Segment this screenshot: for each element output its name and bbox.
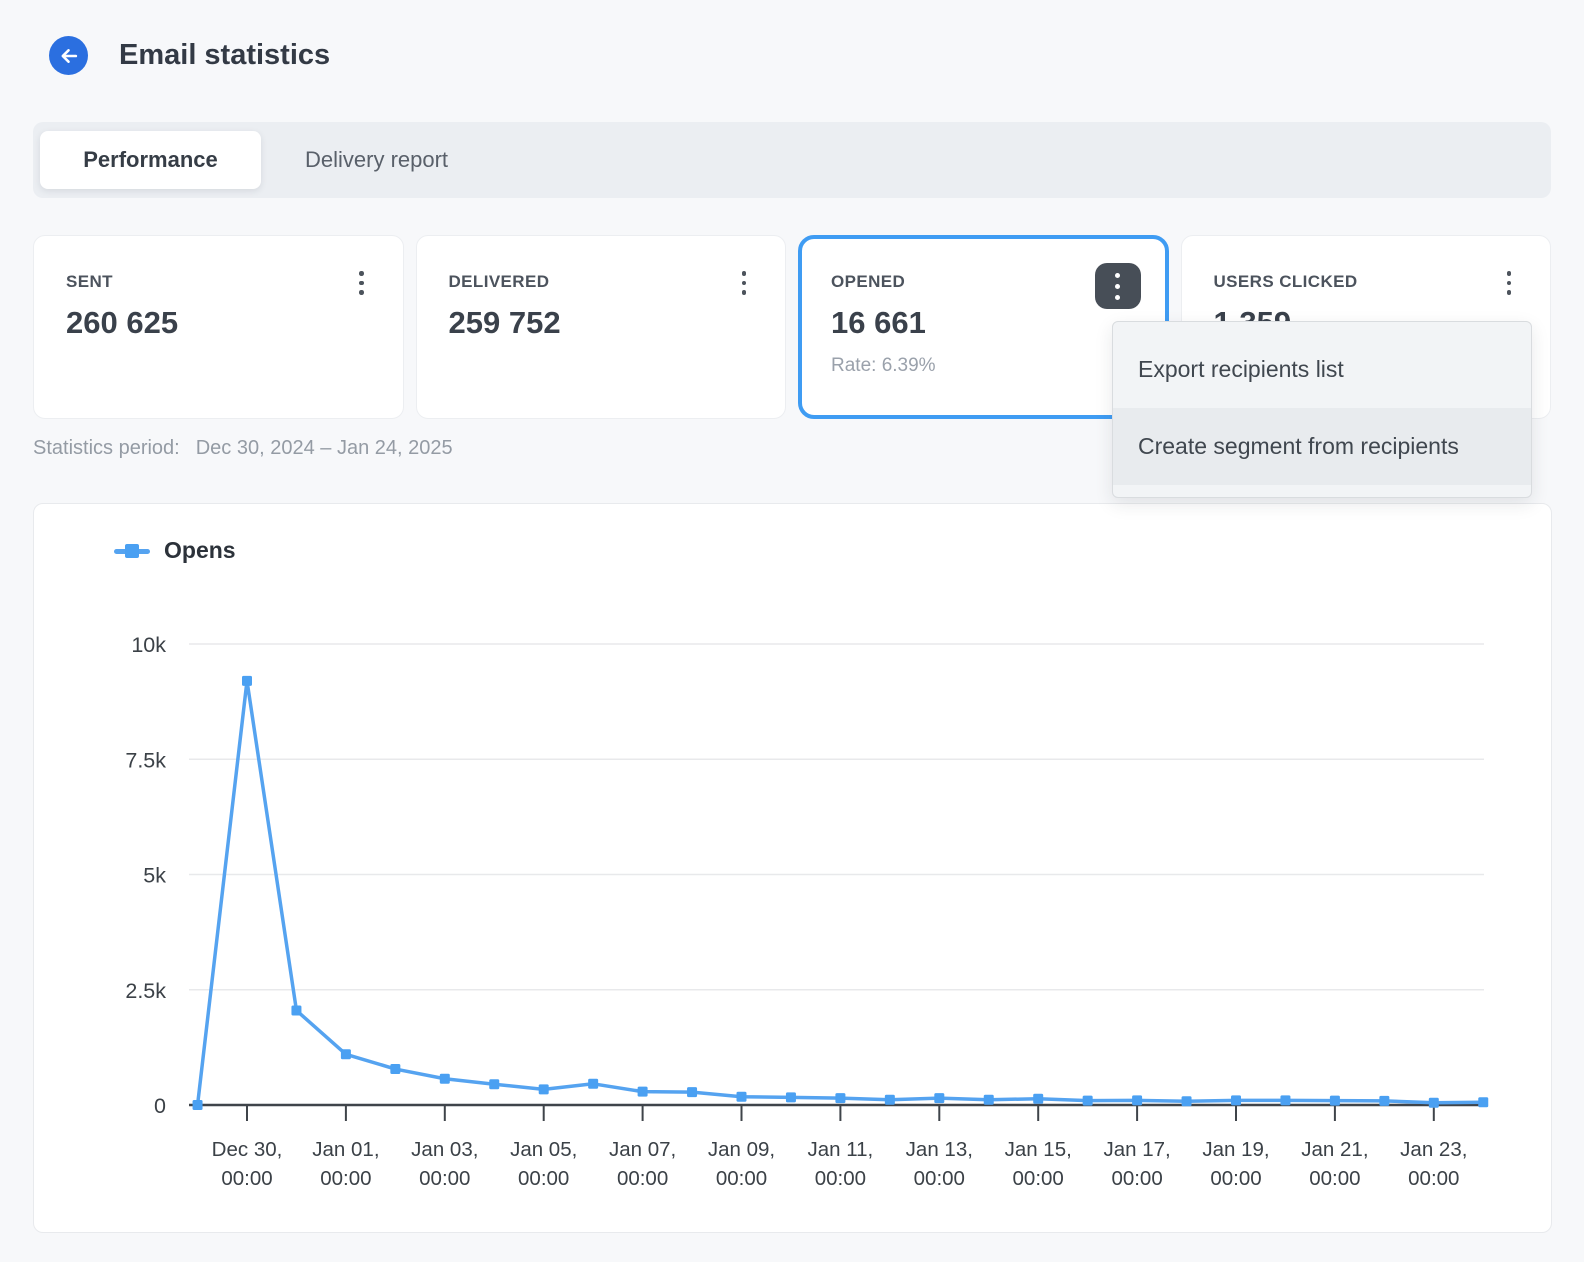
svg-text:Jan 09,: Jan 09, xyxy=(708,1138,775,1161)
stat-card-value: 16 661 xyxy=(831,305,1138,341)
email-statistics-page: Email statistics Performance Delivery re… xyxy=(0,0,1584,1262)
statistics-period-label: Statistics period: xyxy=(33,437,180,460)
svg-text:00:00: 00:00 xyxy=(1111,1167,1162,1190)
stat-card-label: SENT xyxy=(66,272,373,292)
tab-delivery-report[interactable]: Delivery report xyxy=(305,147,448,173)
back-button[interactable] xyxy=(49,36,88,75)
tab-performance[interactable]: Performance xyxy=(40,131,261,189)
svg-text:Jan 05,: Jan 05, xyxy=(510,1138,577,1161)
svg-text:Jan 21,: Jan 21, xyxy=(1301,1138,1368,1161)
menu-item-create-segment[interactable]: Create segment from recipients xyxy=(1113,408,1531,485)
opens-line-chart: 0 2.5k 5k 7.5k 10k Dec 30, 00:00 Jan 01, 00:00 Ja… xyxy=(34,504,1553,1234)
stat-card-label: OPENED xyxy=(831,272,1138,292)
stat-card-rate: Rate: 6.39% xyxy=(831,355,1138,377)
legend-label: Opens xyxy=(164,537,236,564)
stat-card-label: DELIVERED xyxy=(449,272,756,292)
svg-text:10k: 10k xyxy=(131,633,166,657)
arrow-left-icon xyxy=(58,45,80,67)
svg-text:Dec 30,: Dec 30, xyxy=(212,1138,283,1161)
svg-text:00:00: 00:00 xyxy=(1408,1167,1459,1190)
svg-text:Jan 01,: Jan 01, xyxy=(312,1138,379,1161)
svg-text:Jan 07,: Jan 07, xyxy=(609,1138,676,1161)
svg-text:Jan 19,: Jan 19, xyxy=(1202,1138,1269,1161)
svg-text:00:00: 00:00 xyxy=(320,1167,371,1190)
opens-chart-card: Opens 02.5k5k7.5k10kDec 30,00:00Jan 01,0… xyxy=(33,503,1552,1233)
svg-text:00:00: 00:00 xyxy=(1210,1167,1261,1190)
svg-text:00:00: 00:00 xyxy=(716,1167,767,1190)
stat-card-sent[interactable]: SENT 260 625 xyxy=(33,235,404,419)
svg-text:5k: 5k xyxy=(143,864,166,888)
svg-text:00:00: 00:00 xyxy=(815,1167,866,1190)
kebab-vertical-icon[interactable] xyxy=(731,268,757,298)
stat-card-value: 260 625 xyxy=(66,305,373,341)
svg-text:0: 0 xyxy=(154,1094,166,1118)
svg-text:00:00: 00:00 xyxy=(914,1167,965,1190)
stat-card-delivered[interactable]: DELIVERED 259 752 xyxy=(416,235,787,419)
opened-card-menu: Export recipients list Create segment fr… xyxy=(1112,321,1532,498)
svg-text:Jan 17,: Jan 17, xyxy=(1103,1138,1170,1161)
svg-text:7.5k: 7.5k xyxy=(125,748,166,772)
svg-text:00:00: 00:00 xyxy=(518,1167,569,1190)
svg-text:Jan 23,: Jan 23, xyxy=(1400,1138,1467,1161)
menu-item-export-recipients[interactable]: Export recipients list xyxy=(1113,331,1531,408)
kebab-vertical-icon[interactable] xyxy=(1496,268,1522,298)
stat-card-label: USERS CLICKED xyxy=(1214,272,1521,292)
statistics-period-range: Dec 30, 2024 – Jan 24, 2025 xyxy=(196,437,453,460)
svg-text:00:00: 00:00 xyxy=(1309,1167,1360,1190)
stat-card-value: 259 752 xyxy=(449,305,756,341)
kebab-vertical-icon[interactable] xyxy=(349,268,375,298)
svg-text:00:00: 00:00 xyxy=(1013,1167,1064,1190)
svg-text:00:00: 00:00 xyxy=(419,1167,470,1190)
svg-text:Jan 03,: Jan 03, xyxy=(411,1138,478,1161)
svg-text:Jan 11,: Jan 11, xyxy=(808,1138,874,1161)
statistics-period: Statistics period: Dec 30, 2024 – Jan 24… xyxy=(33,437,453,460)
svg-text:00:00: 00:00 xyxy=(221,1167,272,1190)
svg-text:Jan 13,: Jan 13, xyxy=(906,1138,973,1161)
kebab-vertical-icon[interactable] xyxy=(1095,263,1141,309)
tab-bar: Performance Delivery report xyxy=(33,122,1551,198)
svg-text:Jan 15,: Jan 15, xyxy=(1005,1138,1072,1161)
svg-text:2.5k: 2.5k xyxy=(125,979,166,1003)
line-series-marker-icon xyxy=(114,544,150,558)
svg-text:00:00: 00:00 xyxy=(617,1167,668,1190)
legend-opens[interactable]: Opens xyxy=(114,537,236,564)
page-title: Email statistics xyxy=(119,36,330,75)
